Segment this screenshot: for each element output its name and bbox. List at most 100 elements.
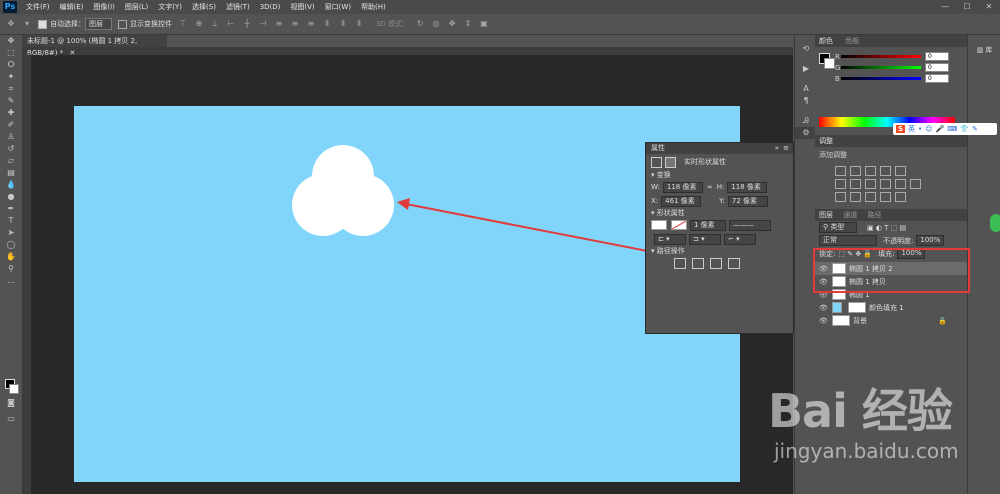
combine-shapes-icon[interactable] [674,257,686,269]
paragraph-panel-icon[interactable]: ¶ [795,95,817,107]
layer-filter-row: ⚲ 类型 ▣ ◐ T ⬚ ▤ [815,221,967,234]
brightness-icon[interactable] [835,166,846,176]
ime-emoji-icon[interactable]: ☺ [925,125,932,133]
selective-color-icon[interactable] [895,192,906,202]
cloud-shape[interactable] [292,145,394,236]
lock-icon: 🔒 [938,316,947,325]
libraries-label: 库 [985,46,993,54]
color-balance-icon[interactable] [850,179,861,189]
tab-paths[interactable]: 路径 [867,211,881,219]
layer-filter-kind: 类型 [830,223,845,231]
b-value[interactable]: 0 [925,74,949,83]
shape-section[interactable]: ▾ 形状属性 [646,208,793,218]
blend-mode-dropdown[interactable]: 正常 [819,235,877,246]
ime-mode-label[interactable]: 英 [908,124,915,134]
photo-filter-icon[interactable] [880,179,891,189]
properties-subtitle-row: 实时形状属性 [646,154,793,170]
height-field[interactable]: 118 像素 [727,181,768,193]
hue-saturation-icon[interactable] [835,179,846,189]
x-label: X: [651,197,659,205]
layer-row[interactable]: 👁 背景 🔒 [815,314,967,327]
exclude-shapes-icon[interactable] [728,257,740,269]
watermark-logo: Bai 经验 [768,384,953,438]
opacity-label: 不透明度: [883,236,914,245]
ime-punct-icon[interactable]: • [918,125,922,133]
curves-icon[interactable] [865,166,876,176]
mask-props-icon[interactable] [665,156,676,168]
link-icon[interactable]: ∞ [707,183,713,191]
levels-icon[interactable] [850,166,861,176]
h-label: H: [716,183,725,191]
r-slider-row: R 0 [815,47,967,62]
b-slider[interactable] [841,77,921,80]
color-lookup-icon[interactable] [910,179,921,189]
threshold-icon[interactable] [865,192,876,202]
transform-section-label: 变换 [656,171,671,179]
r-slider[interactable] [841,55,921,58]
posterize-icon[interactable] [850,192,861,202]
intersect-shapes-icon[interactable] [710,257,722,269]
gradient-map-icon[interactable] [880,192,891,202]
stroke-caps-dropdown[interactable]: ⊐ ▾ [689,233,721,245]
shape-props-icon [651,156,662,168]
tab-adjustments[interactable]: 调整 [819,137,833,145]
b-slider-row: B 0 [815,73,967,84]
glyphs-panel-icon[interactable]: Ꭿ [795,115,817,127]
stroke-swatch[interactable] [671,220,687,230]
width-field[interactable]: 118 像素 [662,181,703,193]
filter-icons[interactable]: ▣ ◐ T ⬚ ▤ [867,224,906,232]
visibility-eye-icon[interactable]: 👁 [819,317,829,325]
layer-name: 背景 [853,316,867,325]
properties-title: 属性 [651,144,665,152]
tab-channels[interactable]: 通道 [843,211,857,219]
path-ops-section[interactable]: ▾ 路径操作 [646,246,793,256]
layer-filter-dropdown[interactable]: ⚲ 类型 [819,222,857,233]
fill-swatch[interactable] [651,220,667,230]
color-panel: R 0 G 0 B 0 [815,47,967,95]
stroke-options-row: ⊏ ▾ ⊐ ▾ ⌐ ▾ [646,232,793,246]
annotation-highlight-box [813,248,970,293]
ime-skin-icon[interactable]: 👕 [960,125,969,133]
add-adjustment-label: 添加调整 [819,151,847,159]
r-value[interactable]: 0 [925,52,949,61]
tab-swatches[interactable]: 色板 [845,37,859,45]
y-field[interactable]: 72 像素 [727,195,768,207]
visibility-eye-icon[interactable]: 👁 [819,304,829,312]
stroke-type-dropdown[interactable]: ——— [729,219,771,231]
floating-assistant-icon[interactable] [990,214,1000,232]
transform-section[interactable]: ▾ 变换 [646,170,793,180]
properties-header[interactable]: 属性 » ≡ [646,143,793,154]
actions-panel-icon[interactable]: ▶ [795,63,817,75]
g-slider[interactable] [841,66,921,69]
exposure-icon[interactable] [880,166,891,176]
history-panel-icon[interactable]: ⟲ [795,43,817,55]
vibrance-icon[interactable] [895,166,906,176]
collapse-icon[interactable]: » [775,143,779,154]
stroke-align-dropdown[interactable]: ⊏ ▾ [654,233,686,245]
path-ops-section-label: 路径操作 [656,247,685,255]
ime-voice-icon[interactable]: 🎤 [936,125,945,133]
ime-tools-icon[interactable]: ✎ [972,125,978,133]
opacity-field[interactable]: 100% [916,235,945,246]
tab-layers[interactable]: 图层 [819,211,833,219]
black-white-icon[interactable] [865,179,876,189]
ime-keyboard-icon[interactable]: ⌨ [947,125,957,133]
layer-mask-thumbnail [848,302,866,313]
channel-mixer-icon[interactable] [895,179,906,189]
libraries-button[interactable]: ▥ 库 [968,45,1000,55]
shape-section-label: 形状属性 [656,209,685,217]
panel-menu-icon[interactable]: ≡ [783,143,789,154]
layer-thumbnail [832,302,842,313]
invert-icon[interactable] [835,192,846,202]
bg-color-swatch[interactable] [824,58,835,69]
stroke-corners-dropdown[interactable]: ⌐ ▾ [724,233,756,245]
g-value[interactable]: 0 [925,63,949,72]
stroke-width-field[interactable]: 1 像素 [690,219,726,231]
x-field[interactable]: 461 像素 [661,195,702,207]
properties-panel-icon[interactable]: ⚙ [795,127,817,139]
character-panel-icon[interactable]: A [795,83,817,95]
layer-row[interactable]: 👁 颜色填充 1 [815,301,967,314]
tab-color[interactable]: 颜色 [819,37,833,45]
color-panel-tabs: 颜色 色板 [815,35,967,47]
subtract-shapes-icon[interactable] [692,257,704,269]
